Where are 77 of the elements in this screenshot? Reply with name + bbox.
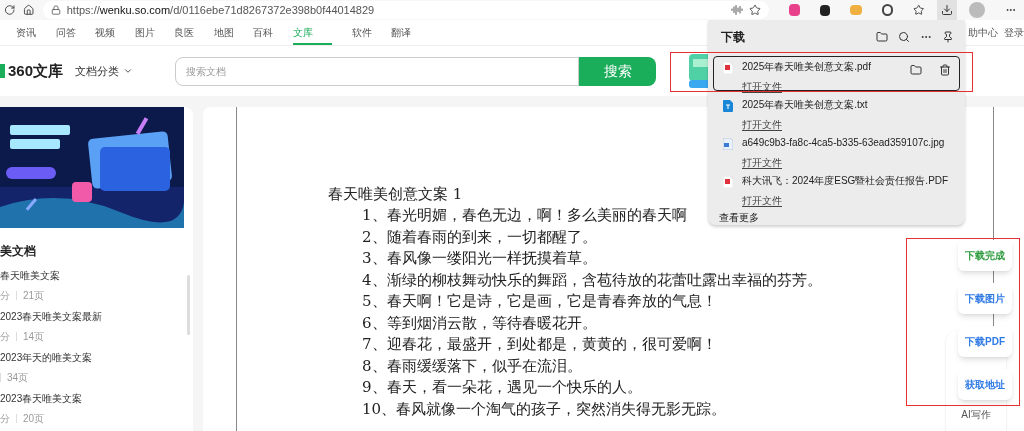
pdf-file-icon: [723, 176, 733, 188]
sidebar-heading: 美文档: [0, 243, 37, 260]
file-name: a649c9b3-fa8c-4ca5-b335-63ead359107c.jpg: [742, 136, 946, 149]
image-file-icon: [723, 138, 733, 150]
folder-icon[interactable]: [876, 30, 888, 43]
nav-tab[interactable]: 良医: [174, 21, 214, 45]
favorites-icon[interactable]: [913, 4, 925, 16]
nav-tab[interactable]: 软件: [351, 21, 391, 45]
scrollbar: [187, 275, 190, 335]
download-item[interactable]: a649c9b3-fa8c-4ca5-b335-63ead359107c.jpg 打开文件: [713, 132, 960, 167]
download-item[interactable]: 2025年春天唯美创意文案.pdf 打开文件: [713, 56, 960, 91]
document-line: 9、春天，看一朵花，遇见一个快乐的人。: [362, 377, 642, 398]
url-text: https://wenku.so.com/d/0116ebe71d8267372e398b0f44014829: [66, 2, 375, 18]
document-line: 2、随着春雨的到来，一切都醒了。: [362, 226, 597, 248]
file-name: 2025年春天唯美创意文案.pdf: [742, 60, 872, 73]
logo-icon: [0, 64, 5, 78]
document-score: 分: [0, 289, 10, 303]
document-title[interactable]: 2023春天唯美文案最新: [0, 309, 193, 324]
category-dropdown[interactable]: 文档分类: [75, 62, 134, 80]
header-link[interactable]: 助中心: [968, 25, 998, 45]
open-file-link[interactable]: 打开文件: [742, 80, 782, 93]
document-title[interactable]: 2023年天的唯美文案: [0, 350, 193, 365]
home-icon[interactable]: [23, 4, 35, 16]
lock-icon: [50, 5, 61, 15]
refresh-icon[interactable]: [4, 4, 16, 16]
download-item[interactable]: 科大讯飞：2024年度ESG暨社会责任报告.PDF 打开文件: [713, 170, 960, 205]
document-score: 分: [0, 330, 10, 344]
nav-tab[interactable]: 翻译: [391, 21, 431, 45]
nav-tab[interactable]: 资讯: [16, 21, 56, 45]
open-file-link[interactable]: 打开文件: [742, 156, 782, 169]
nav-tab[interactable]: 图片: [134, 21, 174, 45]
floating-button[interactable]: 下载图片: [958, 283, 1012, 314]
document-line: 8、春雨缓缓落下，似乎在流泪。: [362, 355, 582, 377]
page-count: 21页: [23, 289, 45, 303]
panel-title: 下载: [721, 28, 746, 46]
delete-icon[interactable]: [939, 64, 951, 76]
document-line: 3、春风像一缕阳光一样抚摸着草。: [362, 248, 597, 269]
folder-icon[interactable]: [910, 64, 922, 76]
star-icon[interactable]: [748, 4, 761, 16]
document-score: 分: [0, 412, 10, 426]
document-line: 1、春光明媚，春色无边，啊！多么美丽的春天啊: [362, 205, 687, 226]
text-file-icon: [723, 100, 733, 112]
search-icon[interactable]: [898, 30, 910, 43]
file-name: 科大讯飞：2024年度ESG暨社会责任报告.PDF: [742, 174, 950, 187]
nav-tab[interactable]: 问答: [55, 21, 95, 45]
downloads-button[interactable]: [936, 0, 958, 20]
floating-button[interactable]: 获取地址: [958, 369, 1012, 400]
open-file-link[interactable]: 打开文件: [742, 118, 782, 131]
open-file-link[interactable]: 打开文件: [742, 194, 782, 207]
header-link[interactable]: 登录: [1004, 25, 1024, 45]
page-count: 20页: [23, 412, 45, 426]
page-count: 34页: [7, 371, 29, 385]
floating-button[interactable]: 下载PDF: [958, 326, 1012, 357]
nav-tab[interactable]: 百科: [253, 21, 293, 45]
document-line: 7、迎春花，最盛开，到处都是，黄黄的，很可爱啊！: [362, 334, 717, 355]
document-title[interactable]: 2023春天唯美文案: [0, 391, 193, 406]
chevron-down-icon: [123, 66, 134, 76]
pdf-file-icon: [723, 62, 733, 74]
document-line: 10、春风就像一个淘气的孩子，突然消失得无影无踪。: [362, 398, 727, 420]
document-heading: 春天唯美创意文案 1: [328, 184, 463, 205]
document-line: 4、渐绿的柳枝舞动快乐的舞蹈，含苞待放的花蕾吐露出幸福的芬芳。: [362, 269, 822, 291]
nav-tab[interactable]: 视频: [95, 21, 135, 45]
search-field[interactable]: 搜索文档: [175, 56, 580, 86]
page-count: 14页: [23, 330, 45, 344]
download-item[interactable]: 2025年春天唯美创意文案.txt 打开文件: [713, 94, 960, 129]
floating-button[interactable]: 下载完成: [958, 240, 1012, 271]
tool-label[interactable]: AI写作: [961, 407, 991, 422]
document-line: 5、春天啊！它是诗，它是画，它是青春奔放的气息！: [362, 291, 717, 312]
file-name: 2025年春天唯美创意文案.txt: [742, 98, 869, 111]
download-icon: [941, 4, 954, 16]
document-title[interactable]: 春天唯美文案: [0, 268, 193, 283]
document-line: 6、等到烟消云散，等待春暖花开。: [362, 312, 597, 334]
nav-tab[interactable]: 地图: [213, 21, 253, 45]
address-bar[interactable]: https://wenku.so.com/d/0116ebe71d8267372e398b0f44014829: [42, 1, 769, 19]
see-more-link[interactable]: 查看更多: [713, 210, 960, 225]
logo[interactable]: 360文库: [8, 59, 64, 83]
pin-icon[interactable]: [942, 30, 954, 43]
